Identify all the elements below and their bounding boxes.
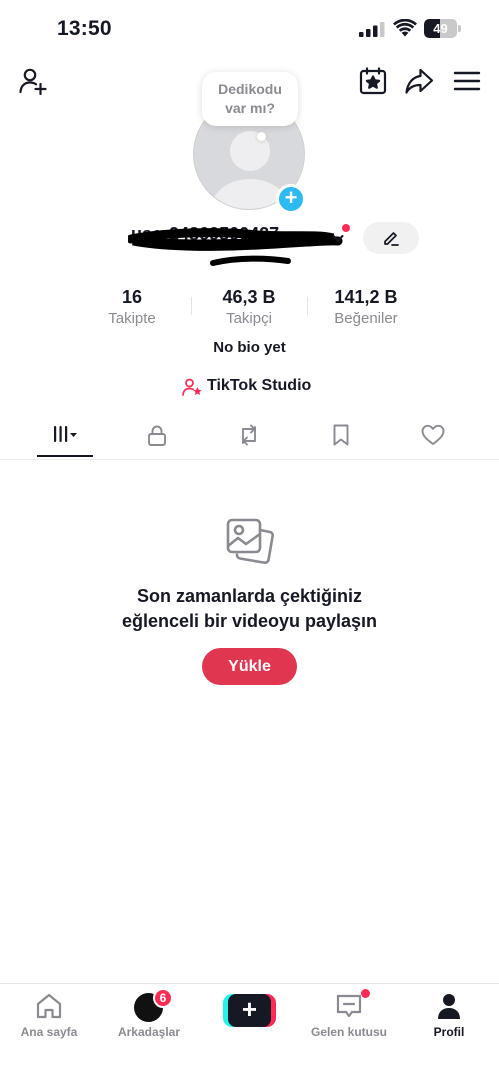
bubble-line-2: var mı?: [225, 100, 275, 116]
status-time: 13:50: [57, 17, 112, 40]
lock-icon: [148, 425, 166, 446]
stat-likes-value: 141,2 B: [334, 287, 398, 307]
photos-icon: [226, 518, 274, 564]
nav-profile-label: Profil: [433, 1025, 465, 1039]
tiktok-studio-label: TikTok Studio: [207, 377, 312, 394]
empty-state-message: Son zamanlarda çektiğiniz eğlenceli bir …: [0, 584, 499, 634]
upload-button[interactable]: Yükle: [202, 648, 297, 685]
bottom-nav: Ana sayfa 6 Arkadaşlar + Gelen kutusu Pr…: [0, 983, 499, 1080]
wifi-icon: [393, 19, 417, 37]
cellular-signal-icon: [359, 22, 385, 37]
username[interactable]: user24869500427: [131, 224, 331, 246]
active-tab-indicator: [37, 455, 93, 457]
calendar-star-icon[interactable]: [358, 66, 388, 96]
stat-likes[interactable]: 141,2 B Beğeniler: [316, 286, 416, 329]
battery-level: 49: [433, 21, 448, 36]
empty-state-line-2: eğlenceli bir videoyu paylaşın: [121, 611, 378, 631]
stat-followers-value: 46,3 B: [222, 287, 276, 307]
stat-following-label: Takipte: [108, 310, 156, 327]
tab-videos-grid[interactable]: [35, 414, 95, 458]
tab-reposts[interactable]: [219, 414, 279, 458]
bio-text[interactable]: No bio yet: [0, 339, 499, 356]
share-arrow-icon[interactable]: [404, 66, 434, 96]
create-button[interactable]: +: [223, 994, 276, 1027]
inbox-notification-dot: [361, 989, 370, 998]
tab-favorites[interactable]: [311, 414, 371, 458]
tab-private[interactable]: [127, 414, 187, 458]
nav-profile[interactable]: Profil: [404, 988, 494, 1044]
pencil-icon: [384, 232, 399, 246]
friends-badge: 6: [153, 988, 173, 1008]
bubble-tail: [257, 132, 266, 141]
profile-icon: [438, 994, 460, 1019]
stat-likes-label: Beğeniler: [334, 310, 398, 327]
edit-profile-button[interactable]: [363, 222, 419, 254]
nav-inbox[interactable]: Gelen kutusu: [304, 988, 394, 1044]
bookmark-icon: [333, 424, 349, 446]
stat-divider: [191, 297, 192, 315]
empty-state-line-1: Son zamanlarda çektiğiniz: [136, 586, 363, 606]
chevron-down-icon[interactable]: [331, 231, 345, 245]
nav-friends[interactable]: 6 Arkadaşlar: [104, 988, 194, 1044]
stat-following[interactable]: 16 Takipte: [92, 286, 172, 329]
stat-followers-label: Takipçi: [226, 310, 272, 327]
heart-icon: [421, 424, 445, 445]
menu-icon[interactable]: [452, 66, 482, 96]
grid-bars-icon: [54, 426, 77, 442]
profile-tabs: [0, 414, 499, 460]
stat-following-value: 16: [121, 287, 143, 307]
plus-icon: +: [228, 994, 271, 1027]
tab-liked[interactable]: [403, 414, 463, 458]
status-bar: 13:50 49: [0, 0, 499, 60]
notification-dot: [342, 224, 350, 232]
thought-bubble[interactable]: Dedikodu var mı?: [202, 72, 298, 126]
stat-divider: [307, 297, 308, 315]
battery-icon: 49: [424, 19, 461, 38]
add-photo-button[interactable]: +: [276, 184, 306, 214]
inbox-icon: [336, 994, 362, 1018]
home-icon: [36, 993, 62, 1019]
nav-home-label: Ana sayfa: [20, 1025, 78, 1039]
nav-friends-label: Arkadaşlar: [117, 1025, 181, 1039]
repost-icon: [242, 424, 256, 446]
nav-home[interactable]: Ana sayfa: [4, 988, 94, 1044]
nav-inbox-label: Gelen kutusu: [310, 1025, 387, 1039]
stat-followers[interactable]: 46,3 B Takipçi: [199, 286, 299, 329]
add-user-icon[interactable]: [18, 66, 48, 96]
studio-user-star-icon: [182, 378, 202, 396]
bubble-line-1: Dedikodu: [218, 81, 282, 97]
